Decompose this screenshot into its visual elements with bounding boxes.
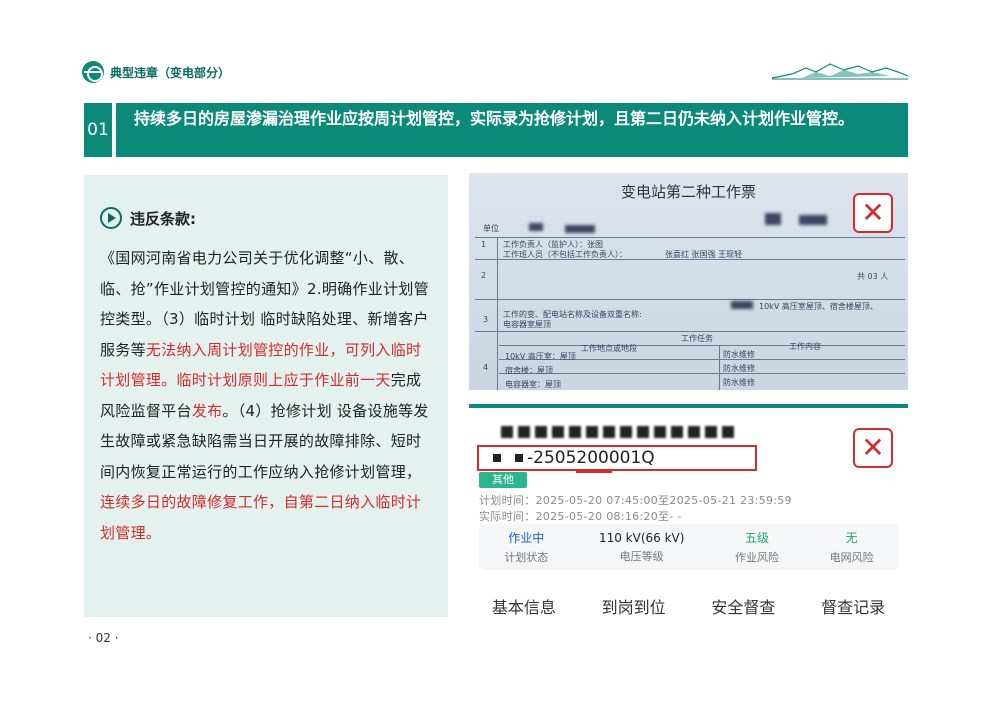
- stat-label: 作业风险: [735, 551, 780, 564]
- stat-label: 电压等级: [619, 549, 664, 563]
- task-location: 电容器室：屋顶: [505, 380, 561, 389]
- table-line: [499, 373, 905, 374]
- redacted-header: [501, 426, 741, 442]
- task-content: 防水维修: [723, 350, 755, 359]
- plan-tag: 其他: [479, 472, 527, 488]
- tab-onsite-presence[interactable]: 到岗到位: [602, 594, 666, 618]
- redaction: [565, 225, 595, 233]
- stat-grid-risk: 无 电网风险: [830, 529, 874, 565]
- plan-code-box: -2505200001Q: [477, 445, 757, 471]
- redaction: [529, 223, 543, 231]
- task-header: 工作任务: [681, 334, 713, 343]
- redaction: [515, 454, 523, 462]
- brand-header: 典型违章（变电部分）: [82, 61, 230, 83]
- ticket-crew-label: 工作班人员（不包括工作负责人）：: [503, 250, 627, 259]
- redaction: [799, 215, 827, 225]
- highlight-underline: [576, 469, 612, 473]
- stat-voltage: 110 kV(66 kV) 电压等级: [599, 531, 684, 564]
- redaction: [765, 213, 781, 225]
- table-line: [475, 237, 905, 238]
- violation-title: 持续多日的房屋渗漏治理作业应按周计划管控，实际录为抢修计划，且第二日仍未纳入计划…: [116, 103, 908, 157]
- ticket-unit-label: 单位: [483, 224, 499, 233]
- plan-code: -2505200001Q: [527, 448, 655, 468]
- task-content: 防水维修: [723, 378, 755, 387]
- plan-time: 计划时间：2025-05-20 07:45:00至2025-05-21 23:5…: [479, 492, 792, 508]
- plan-time-value: 2025-05-20 07:45:00至2025-05-21 23:59:59: [535, 494, 792, 507]
- work-ticket-photo: 变电站第二种工作票 单位 1 工作负责人（监护人）：张图 工作班人员（不包括工作…: [469, 173, 908, 390]
- tab-basic-info[interactable]: 基本信息: [492, 594, 556, 618]
- task-location: 宿舍楼：屋顶: [505, 366, 553, 375]
- table-line: [719, 345, 720, 390]
- stat-plan-status: 作业中 计划状态: [504, 529, 548, 565]
- stat-label: 计划状态: [504, 551, 549, 564]
- section-header: 违反条款:: [100, 207, 434, 229]
- table-line: [475, 331, 905, 332]
- stat-value: 作业中: [508, 531, 545, 545]
- ticket-title: 变电站第二种工作票: [620, 183, 756, 201]
- close-icon: ✕: [853, 193, 893, 233]
- brand-title: 典型违章（变电部分）: [110, 65, 231, 80]
- app-tabs: 基本信息 到岗到位 安全督查 督查记录: [469, 594, 908, 618]
- ticket-crew-names: 张喜红 张国强 王现轻: [665, 250, 743, 259]
- clause-segment-highlight: 连续多日的故障修复工作，自第二日纳入临时计划管理。: [100, 493, 422, 542]
- col-content: 工作内容: [789, 342, 821, 351]
- plan-time-label: 计划时间：: [479, 494, 536, 507]
- ticket-station-label-b: 电容器室屋顶: [503, 320, 551, 329]
- row-number: 4: [483, 363, 489, 372]
- actual-time-label: 实际时间：: [479, 510, 536, 523]
- item-number: 01: [84, 103, 112, 157]
- stat-work-risk: 五级 作业风险: [735, 529, 779, 565]
- plan-stats: 作业中 计划状态 110 kV(66 kV) 电压等级 五级 作业风险 无 电网…: [479, 524, 899, 570]
- clause-segment-highlight: 发布: [191, 401, 223, 420]
- redaction: [493, 454, 501, 462]
- ticket-station-value: 10kV 高压室屋顶、宿舍楼屋顶、: [759, 302, 878, 311]
- task-location: 10kV 高压室：屋顶: [505, 352, 576, 361]
- stat-value: 110 kV(66 kV): [598, 530, 685, 545]
- table-line: [475, 299, 905, 300]
- tab-inspection-records[interactable]: 督查记录: [821, 594, 885, 618]
- tab-safety-inspection[interactable]: 安全督查: [711, 594, 775, 618]
- stat-label: 电网风险: [829, 551, 874, 564]
- task-content: 防水维修: [723, 364, 755, 373]
- table-line: [499, 345, 905, 346]
- redaction: [731, 301, 753, 309]
- clause-text: 《国网河南省电力公司关于优化调整“小、散、临、抢”作业计划管控的通知》2.明确作…: [100, 243, 434, 548]
- sgcc-logo-icon: [82, 61, 104, 83]
- row-number: 3: [483, 315, 489, 324]
- row-number: 1: [481, 240, 487, 249]
- mountain-decoration-icon: [772, 63, 908, 80]
- close-icon: ✕: [853, 428, 893, 468]
- section-title: 违反条款:: [130, 209, 196, 228]
- stat-value: 无: [845, 531, 858, 545]
- clause-panel: 违反条款: 《国网河南省电力公司关于优化调整“小、散、临、抢”作业计划管控的通知…: [84, 175, 448, 617]
- col-location: 工作地点或地段: [581, 344, 637, 353]
- ticket-total: 共 03 人: [857, 272, 889, 281]
- app-screenshot: ✕ -2505200001Q 其他 计划时间：2025-05-20 07:45:…: [469, 404, 908, 618]
- play-icon: [100, 207, 122, 229]
- page-number: · 02 ·: [88, 631, 119, 645]
- actual-time-value: 2025-05-20 08:16:20至- -: [535, 510, 682, 523]
- clause-segment-highlight: 无法纳入周计划管控的作业，可列入临时计划管理。临时计划原则上应于作业前一天: [100, 340, 422, 390]
- stat-value: 五级: [745, 531, 770, 545]
- actual-time: 实际时间：2025-05-20 08:16:20至- -: [479, 508, 682, 524]
- table-line: [497, 237, 498, 390]
- row-number: 2: [481, 271, 487, 280]
